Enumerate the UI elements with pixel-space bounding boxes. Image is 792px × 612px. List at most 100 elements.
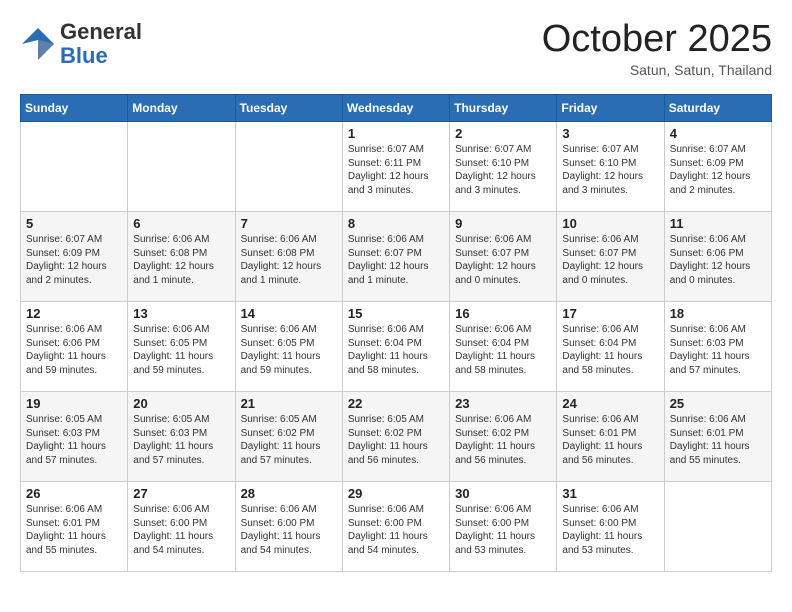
day-number: 22 — [348, 396, 444, 411]
day-number: 31 — [562, 486, 658, 501]
calendar-cell: 19 Sunrise: 6:05 AM Sunset: 6:03 PM Dayli… — [21, 392, 128, 482]
day-number: 20 — [133, 396, 229, 411]
weekday-header-monday: Monday — [128, 95, 235, 122]
day-info: Sunrise: 6:06 AM Sunset: 6:05 PM Dayligh… — [133, 323, 229, 377]
day-info: Sunrise: 6:06 AM Sunset: 6:00 PM Dayligh… — [348, 503, 444, 557]
calendar-cell: 25Sunrise: 6:06 AM Sunset: 6:01 PM Dayli… — [664, 392, 771, 482]
day-number: 17 — [562, 306, 658, 321]
day-info: Sunrise: 6:06 AM Sunset: 6:05 PM Dayligh… — [241, 323, 337, 377]
calendar-week-3: 12 Sunrise: 6:06 AM Sunset: 6:06 PM Dayli… — [21, 302, 772, 392]
weekday-header-thursday: Thursday — [450, 95, 557, 122]
title-block: October 2025 Satun, Satun, Thailand — [542, 20, 772, 78]
day-number: 24 — [562, 396, 658, 411]
calendar-cell: 11Sunrise: 6:06 AM Sunset: 6:06 PM Dayli… — [664, 212, 771, 302]
day-number: 4 — [670, 126, 766, 141]
calendar-cell: 13Sunrise: 6:06 AM Sunset: 6:05 PM Dayli… — [128, 302, 235, 392]
calendar-cell: 15 Sunrise: 6:06 AM Sunset: 6:04 PM Dayli… — [342, 302, 449, 392]
day-number: 6 — [133, 216, 229, 231]
day-info: Sunrise: 6:05 AM Sunset: 6:03 PM Dayligh… — [133, 413, 229, 467]
calendar-cell: 16Sunrise: 6:06 AM Sunset: 6:04 PM Dayli… — [450, 302, 557, 392]
calendar-cell: 21 Sunrise: 6:05 AM Sunset: 6:02 PM Dayli… — [235, 392, 342, 482]
calendar-week-1: 1 Sunrise: 6:07 AM Sunset: 6:11 PM Daylig… — [21, 122, 772, 212]
day-info: Sunrise: 6:07 AM Sunset: 6:10 PM Dayligh… — [562, 143, 658, 197]
day-number: 19 — [26, 396, 122, 411]
day-number: 10 — [562, 216, 658, 231]
calendar-week-5: 26 Sunrise: 6:06 AM Sunset: 6:01 PM Dayli… — [21, 482, 772, 572]
calendar-cell: 1 Sunrise: 6:07 AM Sunset: 6:11 PM Daylig… — [342, 122, 449, 212]
calendar-cell: 9Sunrise: 6:06 AM Sunset: 6:07 PM Daylig… — [450, 212, 557, 302]
calendar-body: 1 Sunrise: 6:07 AM Sunset: 6:11 PM Daylig… — [21, 122, 772, 572]
day-info: Sunrise: 6:06 AM Sunset: 6:03 PM Dayligh… — [670, 323, 766, 377]
day-info: Sunrise: 6:06 AM Sunset: 6:06 PM Dayligh… — [26, 323, 122, 377]
day-info: Sunrise: 6:06 AM Sunset: 6:06 PM Dayligh… — [670, 233, 766, 287]
calendar-cell — [235, 122, 342, 212]
calendar-cell — [128, 122, 235, 212]
weekday-header-saturday: Saturday — [664, 95, 771, 122]
day-info: Sunrise: 6:06 AM Sunset: 6:00 PM Dayligh… — [241, 503, 337, 557]
day-info: Sunrise: 6:06 AM Sunset: 6:07 PM Dayligh… — [455, 233, 551, 287]
calendar-cell: 29 Sunrise: 6:06 AM Sunset: 6:00 PM Dayli… — [342, 482, 449, 572]
day-number: 23 — [455, 396, 551, 411]
day-info: Sunrise: 6:06 AM Sunset: 6:00 PM Dayligh… — [133, 503, 229, 557]
day-number: 3 — [562, 126, 658, 141]
day-info: Sunrise: 6:05 AM Sunset: 6:02 PM Dayligh… — [241, 413, 337, 467]
day-info: Sunrise: 6:07 AM Sunset: 6:11 PM Dayligh… — [348, 143, 444, 197]
page-header: General Blue October 2025 Satun, Satun, … — [20, 20, 772, 78]
day-number: 16 — [455, 306, 551, 321]
calendar-week-2: 5Sunrise: 6:07 AM Sunset: 6:09 PM Daylig… — [21, 212, 772, 302]
day-info: Sunrise: 6:06 AM Sunset: 6:00 PM Dayligh… — [455, 503, 551, 557]
day-number: 21 — [241, 396, 337, 411]
day-info: Sunrise: 6:06 AM Sunset: 6:00 PM Dayligh… — [562, 503, 658, 557]
logo-icon — [20, 26, 56, 62]
calendar-cell: 22Sunrise: 6:05 AM Sunset: 6:02 PM Dayli… — [342, 392, 449, 482]
calendar-cell: 20 Sunrise: 6:05 AM Sunset: 6:03 PM Dayli… — [128, 392, 235, 482]
day-info: Sunrise: 6:06 AM Sunset: 6:04 PM Dayligh… — [348, 323, 444, 377]
day-number: 30 — [455, 486, 551, 501]
calendar-cell: 27 Sunrise: 6:06 AM Sunset: 6:00 PM Dayli… — [128, 482, 235, 572]
calendar-cell: 8 Sunrise: 6:06 AM Sunset: 6:07 PM Daylig… — [342, 212, 449, 302]
day-number: 28 — [241, 486, 337, 501]
calendar-cell: 7Sunrise: 6:06 AM Sunset: 6:08 PM Daylig… — [235, 212, 342, 302]
calendar-cell: 28 Sunrise: 6:06 AM Sunset: 6:00 PM Dayli… — [235, 482, 342, 572]
day-info: Sunrise: 6:06 AM Sunset: 6:01 PM Dayligh… — [562, 413, 658, 467]
calendar-cell: 14 Sunrise: 6:06 AM Sunset: 6:05 PM Dayli… — [235, 302, 342, 392]
logo: General Blue — [20, 20, 142, 68]
calendar-cell: 2Sunrise: 6:07 AM Sunset: 6:10 PM Daylig… — [450, 122, 557, 212]
day-number: 1 — [348, 126, 444, 141]
calendar-cell — [664, 482, 771, 572]
day-info: Sunrise: 6:06 AM Sunset: 6:01 PM Dayligh… — [670, 413, 766, 467]
calendar-cell: 3 Sunrise: 6:07 AM Sunset: 6:10 PM Daylig… — [557, 122, 664, 212]
calendar-cell: 30 Sunrise: 6:06 AM Sunset: 6:00 PM Dayli… — [450, 482, 557, 572]
day-info: Sunrise: 6:07 AM Sunset: 6:10 PM Dayligh… — [455, 143, 551, 197]
weekday-header-tuesday: Tuesday — [235, 95, 342, 122]
calendar-cell: 23 Sunrise: 6:06 AM Sunset: 6:02 PM Dayli… — [450, 392, 557, 482]
logo-general-text: General — [60, 20, 142, 44]
day-number: 27 — [133, 486, 229, 501]
day-number: 7 — [241, 216, 337, 231]
day-number: 14 — [241, 306, 337, 321]
calendar-table: SundayMondayTuesdayWednesdayThursdayFrid… — [20, 94, 772, 572]
day-number: 18 — [670, 306, 766, 321]
day-number: 29 — [348, 486, 444, 501]
day-info: Sunrise: 6:05 AM Sunset: 6:03 PM Dayligh… — [26, 413, 122, 467]
day-number: 26 — [26, 486, 122, 501]
calendar-cell: 12 Sunrise: 6:06 AM Sunset: 6:06 PM Dayli… — [21, 302, 128, 392]
calendar-cell: 10Sunrise: 6:06 AM Sunset: 6:07 PM Dayli… — [557, 212, 664, 302]
calendar-cell: 31 Sunrise: 6:06 AM Sunset: 6:00 PM Dayli… — [557, 482, 664, 572]
day-info: Sunrise: 6:06 AM Sunset: 6:02 PM Dayligh… — [455, 413, 551, 467]
day-number: 15 — [348, 306, 444, 321]
day-number: 5 — [26, 216, 122, 231]
calendar-cell: 5Sunrise: 6:07 AM Sunset: 6:09 PM Daylig… — [21, 212, 128, 302]
weekday-header-wednesday: Wednesday — [342, 95, 449, 122]
calendar-cell — [21, 122, 128, 212]
location-subtitle: Satun, Satun, Thailand — [542, 62, 772, 78]
day-info: Sunrise: 6:06 AM Sunset: 6:01 PM Dayligh… — [26, 503, 122, 557]
calendar-cell: 26 Sunrise: 6:06 AM Sunset: 6:01 PM Dayli… — [21, 482, 128, 572]
calendar-week-4: 19 Sunrise: 6:05 AM Sunset: 6:03 PM Dayli… — [21, 392, 772, 482]
calendar-cell: 24 Sunrise: 6:06 AM Sunset: 6:01 PM Dayli… — [557, 392, 664, 482]
day-number: 12 — [26, 306, 122, 321]
calendar-cell: 18 Sunrise: 6:06 AM Sunset: 6:03 PM Dayli… — [664, 302, 771, 392]
day-number: 8 — [348, 216, 444, 231]
day-info: Sunrise: 6:06 AM Sunset: 6:08 PM Dayligh… — [133, 233, 229, 287]
day-info: Sunrise: 6:06 AM Sunset: 6:07 PM Dayligh… — [348, 233, 444, 287]
